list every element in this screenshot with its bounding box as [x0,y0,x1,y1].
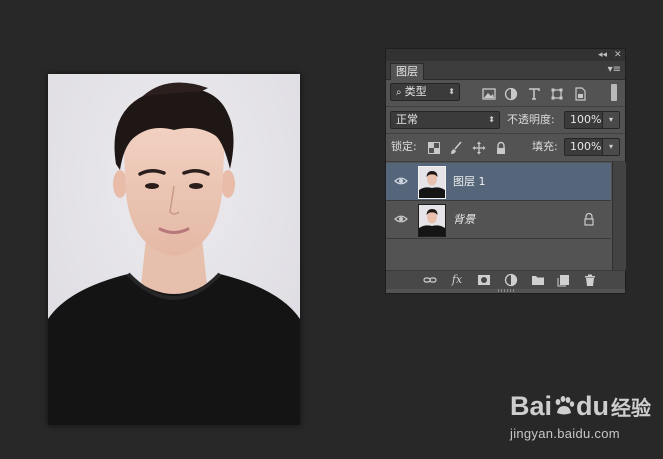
lock-row: 锁定: 填充: 100% ▾ [386,136,625,160]
blend-mode-dropdown[interactable]: 正常 ⬍ [390,111,500,129]
filter-row: ⌕ 类型 ⬍ [386,81,625,105]
blend-row: 正常 ⬍ 不透明度: 100% ▾ [386,108,625,132]
paw-icon [555,396,575,415]
lock-position-move-icon[interactable] [472,141,486,155]
layer-name[interactable]: 背景 [453,212,475,228]
add-mask-icon[interactable] [477,273,491,287]
baidu-jingyan-watermark: Bai du 经验 jingyan.baidu.com [510,390,660,450]
tab-layers[interactable]: 图层 [390,63,424,80]
blend-mode-value: 正常 [396,113,418,126]
new-adjustment-layer-icon[interactable] [504,273,518,287]
portrait-thumbnail [419,167,445,198]
lock-transparent-pixels-icon[interactable] [427,141,441,155]
layers-panel: ◂◂ ✕ 图层 ▾≡ ⌕ 类型 ⬍ 正常 ⬍ 不透明度: 100% ▾ 锁定: … [385,48,626,294]
lock-image-pixels-brush-icon[interactable] [449,141,463,155]
filter-kind-label: 类型 [404,85,427,98]
smart-object-filter-icon[interactable] [573,87,587,101]
eye-visibility-icon[interactable] [394,212,408,226]
portrait-image [48,74,300,425]
type-layer-filter-icon[interactable] [527,87,541,101]
portrait-thumbnail [419,205,445,236]
eye-visibility-icon[interactable] [394,174,408,188]
layer-name[interactable]: 图层 1 [453,174,486,190]
shape-layer-filter-icon[interactable] [550,87,564,101]
lock-label: 锁定: [391,140,417,153]
fill-label: 填充: [532,140,558,153]
adjustment-layer-filter-icon[interactable] [504,87,518,101]
dropdown-arrow-icon[interactable]: ▾ [602,139,619,155]
layer-row-background[interactable]: 背景 [386,201,611,239]
filter-toggle-switch[interactable] [611,84,617,101]
opacity-value: 100% [570,113,602,126]
new-group-folder-icon[interactable] [531,273,545,287]
canvas-photo[interactable] [48,74,300,425]
new-layer-icon[interactable] [557,273,571,287]
panel-tab-row: 图层 ▾≡ [386,61,625,80]
watermark-jingyan: 经验 [611,398,652,420]
lock-icon [584,212,594,226]
updown-arrow-icon: ⬍ [488,115,495,124]
opacity-input[interactable]: 100% ▾ [564,111,620,129]
watermark-brand: Bai [510,391,553,421]
divider [386,106,625,107]
layer-thumbnail [418,204,446,237]
filter-kind-dropdown[interactable]: ⌕ 类型 ⬍ [390,83,460,101]
panel-menu-icon[interactable]: ▾≡ [608,63,621,77]
fill-value: 100% [570,140,602,153]
layers-scrollbar[interactable] [612,162,626,270]
layers-bottom-toolbar: fx [386,270,625,289]
lock-all-icon[interactable] [494,141,508,155]
opacity-label: 不透明度: [507,113,555,126]
pixel-layer-filter-icon[interactable] [482,87,496,101]
watermark-logo: Bai du 经验 [510,390,651,425]
search-icon: ⌕ [396,87,402,98]
link-layers-icon[interactable] [423,273,437,287]
layer-row-layer1[interactable]: 图层 1 [386,163,611,201]
dropdown-arrow-icon[interactable]: ▾ [602,112,619,128]
delete-layer-trash-icon[interactable] [583,273,597,287]
watermark-brand-du: du [576,391,610,421]
panel-titlebar: ◂◂ ✕ [386,49,625,61]
divider [386,133,625,134]
collapse-icon[interactable]: ◂◂ [598,49,607,61]
fill-input[interactable]: 100% ▾ [564,138,620,156]
layer-thumbnail [418,166,446,199]
fx-icon[interactable]: fx [450,273,464,287]
updown-arrow-icon: ⬍ [448,87,455,96]
divider [386,161,625,162]
close-icon[interactable]: ✕ [614,49,622,61]
watermark-url: jingyan.baidu.com [510,426,620,441]
resize-grip[interactable] [498,289,514,292]
